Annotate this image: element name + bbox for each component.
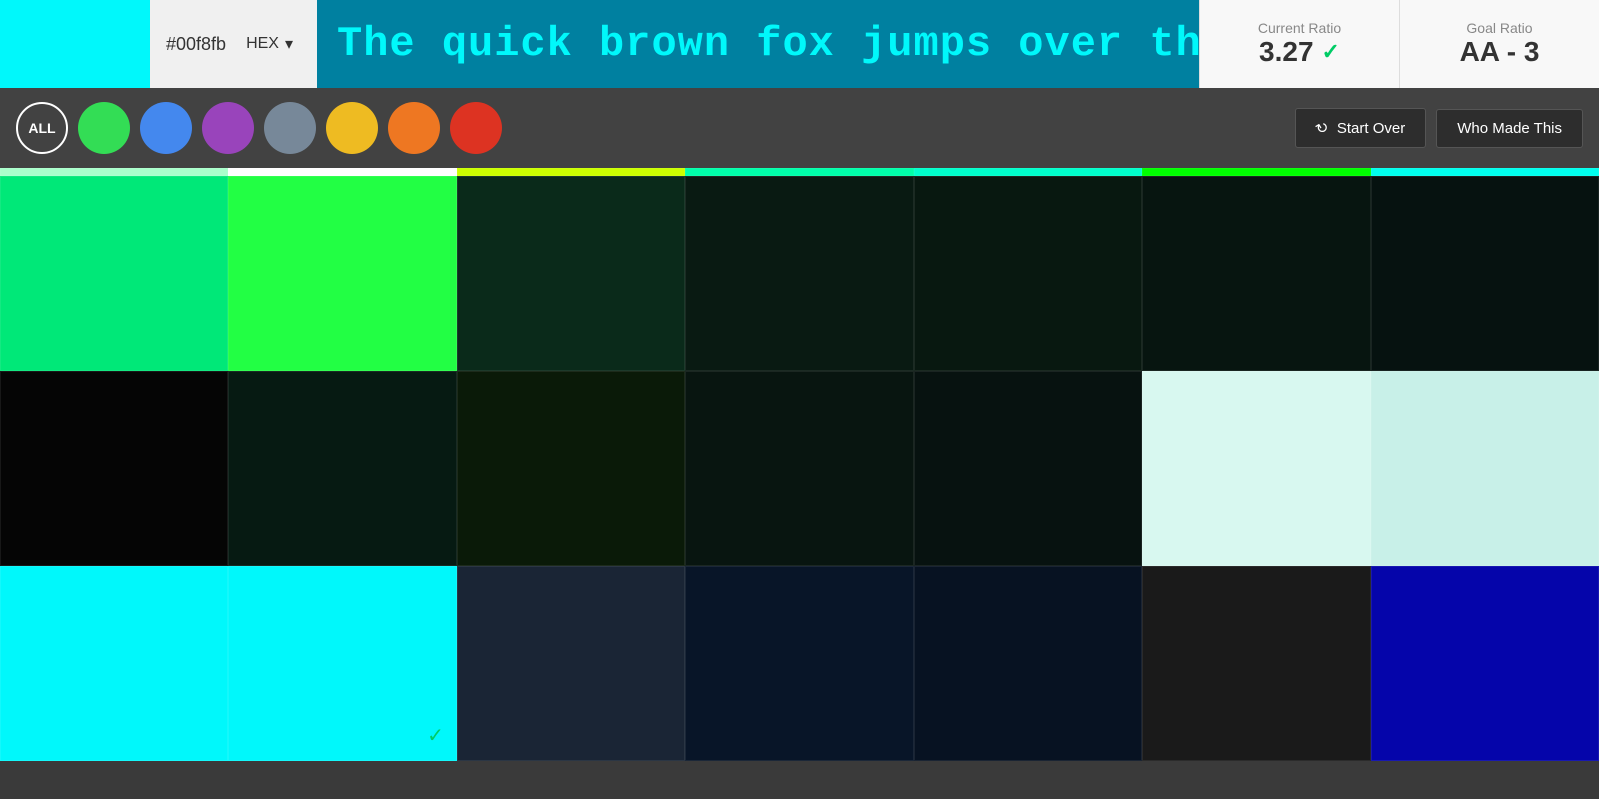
thin-cell — [1371, 168, 1599, 176]
color-cell[interactable] — [0, 371, 228, 566]
thin-cell — [457, 168, 685, 176]
color-cell[interactable] — [914, 371, 1142, 566]
preview-text-area: The quick brown fox jumps over the lazy — [317, 0, 1199, 88]
chevron-down-icon: ▾ — [285, 34, 293, 54]
color-cell[interactable] — [914, 566, 1142, 761]
color-cell[interactable] — [1142, 566, 1370, 761]
color-cell[interactable] — [457, 566, 685, 761]
hex-format-dropdown[interactable]: HEX ▾ — [238, 30, 301, 58]
filter-bar: ALL ↻ Start Over Who Made This — [0, 88, 1599, 168]
thin-cell — [914, 168, 1142, 176]
color-cell[interactable] — [457, 371, 685, 566]
color-cell[interactable] — [457, 176, 685, 371]
thin-cell — [228, 168, 456, 176]
thin-cell — [685, 168, 913, 176]
thin-cell — [1142, 168, 1370, 176]
current-ratio-label: Current Ratio — [1258, 20, 1341, 36]
color-cell[interactable] — [914, 176, 1142, 371]
thin-color-row — [0, 168, 1599, 176]
color-grid-row-1 — [0, 176, 1599, 371]
filter-green[interactable] — [78, 102, 130, 154]
hex-label: HEX — [246, 35, 279, 53]
color-cell[interactable] — [1142, 176, 1370, 371]
preview-text: The quick brown fox jumps over the lazy — [337, 20, 1199, 68]
color-preview-swatch — [0, 0, 150, 88]
color-cell[interactable] — [228, 176, 456, 371]
color-cell[interactable] — [1371, 176, 1599, 371]
filter-yellow[interactable] — [326, 102, 378, 154]
current-ratio-panel: Current Ratio 3.27 ✓ — [1199, 0, 1399, 88]
color-cell[interactable] — [228, 371, 456, 566]
color-grid-row-2 — [0, 371, 1599, 566]
hex-input-area: #00f8fb HEX ▾ — [150, 0, 317, 88]
color-cell-selected[interactable]: ✓ — [228, 566, 456, 761]
filter-gray[interactable] — [264, 102, 316, 154]
start-over-button[interactable]: ↻ Start Over — [1295, 108, 1426, 148]
hex-value: #00f8fb — [166, 34, 226, 55]
color-cell[interactable] — [0, 566, 228, 761]
color-cell[interactable] — [1371, 371, 1599, 566]
header: #00f8fb HEX ▾ The quick brown fox jumps … — [0, 0, 1599, 88]
color-cell[interactable] — [685, 566, 913, 761]
color-cell[interactable] — [685, 371, 913, 566]
filter-orange[interactable] — [388, 102, 440, 154]
goal-ratio-label: Goal Ratio — [1466, 20, 1532, 36]
filter-blue[interactable] — [140, 102, 192, 154]
color-cell[interactable] — [0, 176, 228, 371]
refresh-icon: ↻ — [1313, 117, 1333, 139]
who-made-this-button[interactable]: Who Made This — [1436, 109, 1583, 148]
current-ratio-value: 3.27 ✓ — [1259, 36, 1340, 68]
selected-check-icon: ✓ — [427, 723, 444, 748]
filter-all-button[interactable]: ALL — [16, 102, 68, 154]
start-over-label: Start Over — [1337, 120, 1405, 137]
color-grid-row-3: ✓ — [0, 566, 1599, 761]
filter-purple[interactable] — [202, 102, 254, 154]
ratio-check-icon: ✓ — [1322, 39, 1340, 65]
thin-cell — [0, 168, 228, 176]
goal-ratio-panel: Goal Ratio AA - 3 — [1399, 0, 1599, 88]
color-cell[interactable] — [685, 176, 913, 371]
goal-ratio-value: AA - 3 — [1460, 36, 1540, 68]
color-cell[interactable] — [1142, 371, 1370, 566]
color-cell[interactable] — [1371, 566, 1599, 761]
filter-red[interactable] — [450, 102, 502, 154]
